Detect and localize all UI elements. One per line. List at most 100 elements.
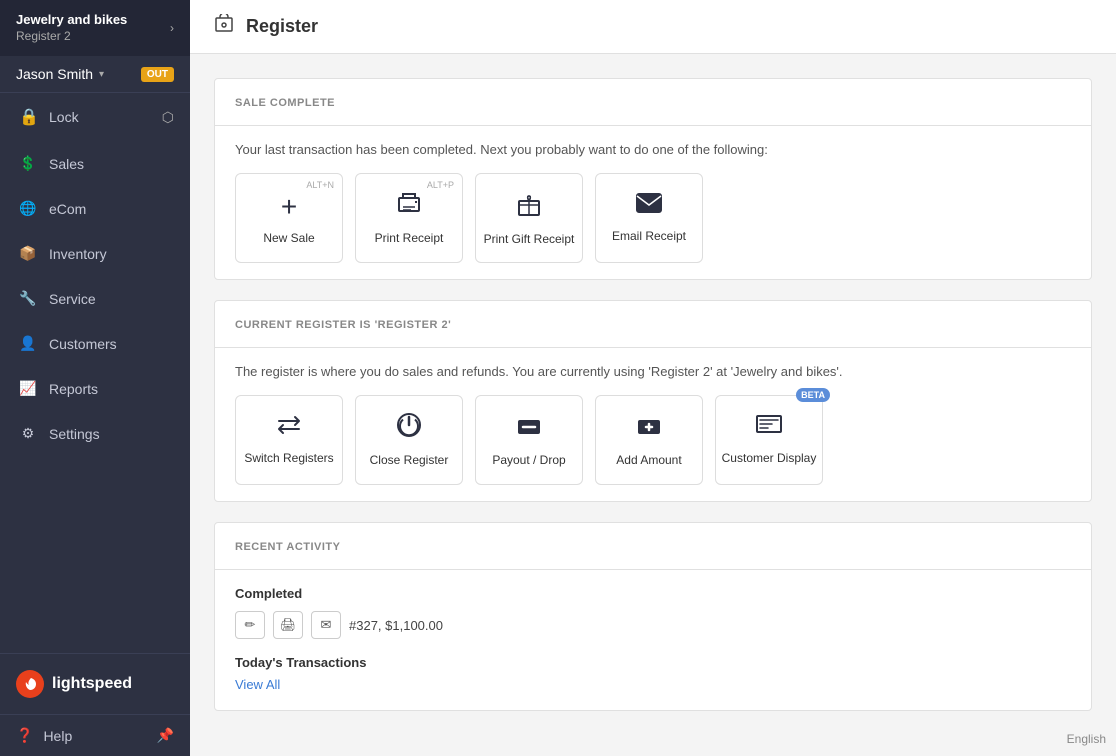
customers-icon: 👤	[19, 335, 37, 352]
sidebar-item-label: Customers	[49, 336, 117, 352]
recent-activity-body: Completed ✏ 🖨 ✉ #327, $1,100.00 Today's …	[215, 570, 1091, 710]
register-section-title: CURRENT REGISTER IS 'REGISTER 2'	[235, 319, 451, 331]
sale-complete-title: SALE COMPLETE	[235, 97, 335, 109]
sale-complete-desc: Your last transaction has been completed…	[235, 142, 1071, 157]
lock-icon: 🔒	[19, 107, 37, 127]
transaction-info: #327, $1,100.00	[349, 618, 443, 633]
pin-icon: 📌	[157, 727, 174, 744]
settings-icon: ⚙	[19, 425, 37, 442]
sidebar: Jewelry and bikes Register 2 › Jason Smi…	[0, 0, 190, 756]
sale-complete-cards: ALT+N + New Sale ALT+P	[235, 173, 1071, 263]
language-label: English	[1067, 732, 1106, 746]
register-section-body: The register is where you do sales and r…	[215, 348, 1091, 501]
sale-complete-body: Your last transaction has been completed…	[215, 126, 1091, 279]
sidebar-item-label: eCom	[49, 201, 86, 217]
brand-header[interactable]: Jewelry and bikes Register 2 ›	[0, 0, 190, 56]
print-receipt-icon	[395, 190, 423, 223]
user-dropdown-icon: ▾	[99, 69, 104, 80]
user-section[interactable]: Jason Smith ▾ OUT	[0, 56, 190, 93]
switch-registers-icon	[275, 414, 303, 443]
user-name: Jason Smith	[16, 66, 93, 82]
email-receipt-label: Email Receipt	[612, 229, 686, 243]
print-receipt-card[interactable]: ALT+P Print Receipt	[355, 173, 463, 263]
service-icon: 🔧	[19, 290, 37, 307]
recent-activity-header: RECENT ACTIVITY	[215, 523, 1091, 570]
new-sale-icon: +	[281, 191, 297, 223]
print-receipt-shortcut: ALT+P	[427, 180, 454, 190]
language-selector[interactable]: English	[1067, 732, 1106, 746]
print-receipt-label: Print Receipt	[375, 231, 444, 245]
main-body: SALE COMPLETE Your last transaction has …	[190, 54, 1116, 756]
brand-info: Jewelry and bikes Register 2	[16, 12, 127, 44]
activity-row: ✏ 🖨 ✉ #327, $1,100.00	[235, 611, 1071, 639]
switch-registers-card[interactable]: Switch Registers	[235, 395, 343, 485]
register-name: Register 2	[16, 29, 127, 45]
beta-badge: BETA	[796, 388, 830, 402]
register-section: CURRENT REGISTER IS 'REGISTER 2' The reg…	[214, 300, 1092, 502]
help-label: Help	[43, 728, 72, 744]
register-cards: Switch Registers Close Register	[235, 395, 1071, 485]
main-content-area: Register SALE COMPLETE Your last transac…	[190, 0, 1116, 756]
sidebar-item-label: Reports	[49, 381, 98, 397]
new-sale-label: New Sale	[263, 231, 314, 245]
close-register-card[interactable]: Close Register	[355, 395, 463, 485]
sidebar-item-lock[interactable]: 🔒 Lock ⬡	[0, 93, 190, 141]
today-transactions-label: Today's Transactions	[235, 655, 1071, 670]
close-register-label: Close Register	[370, 453, 449, 467]
logo-text: lightspeed	[52, 675, 132, 693]
page-header: Register	[190, 0, 1116, 54]
brand-name: Jewelry and bikes	[16, 12, 127, 29]
sales-icon: 💲	[19, 155, 37, 172]
print-gift-receipt-card[interactable]: Print Gift Receipt	[475, 173, 583, 263]
payout-drop-card[interactable]: Payout / Drop	[475, 395, 583, 485]
view-all-link[interactable]: View All	[235, 677, 280, 692]
recent-activity-title: RECENT ACTIVITY	[235, 541, 341, 553]
add-amount-icon	[636, 412, 662, 445]
sidebar-item-sales[interactable]: 💲 Sales	[0, 141, 190, 186]
sale-complete-section: SALE COMPLETE Your last transaction has …	[214, 78, 1092, 280]
sidebar-item-customers[interactable]: 👤 Customers	[0, 321, 190, 366]
register-header-icon	[214, 14, 234, 39]
sidebar-item-reports[interactable]: 📈 Reports	[0, 366, 190, 411]
email-receipt-icon	[635, 192, 663, 221]
sidebar-item-label: Inventory	[49, 246, 107, 262]
print-transaction-button[interactable]: 🖨	[273, 611, 303, 639]
customer-display-icon	[755, 414, 783, 443]
user-info: Jason Smith ▾	[16, 66, 104, 82]
email-transaction-button[interactable]: ✉	[311, 611, 341, 639]
add-amount-card[interactable]: Add Amount	[595, 395, 703, 485]
help-icon: ❓	[16, 727, 33, 744]
new-sale-shortcut: ALT+N	[306, 180, 334, 190]
sidebar-logo: lightspeed	[0, 653, 190, 714]
sidebar-item-label: Sales	[49, 156, 84, 172]
customer-display-card[interactable]: BETA Customer Display	[715, 395, 823, 485]
print-gift-receipt-icon	[515, 189, 543, 224]
sidebar-item-label: Service	[49, 291, 96, 307]
inventory-icon: 📦	[19, 245, 37, 262]
sidebar-item-inventory[interactable]: 📦 Inventory	[0, 231, 190, 276]
print-gift-receipt-label: Print Gift Receipt	[484, 232, 575, 246]
lock-label: Lock	[49, 109, 79, 125]
sidebar-item-service[interactable]: 🔧 Service	[0, 276, 190, 321]
sidebar-item-settings[interactable]: ⚙ Settings	[0, 411, 190, 456]
customer-display-label: Customer Display	[722, 451, 817, 465]
out-badge: OUT	[141, 67, 174, 82]
sidebar-item-label: Settings	[49, 426, 100, 442]
close-register-icon	[396, 412, 422, 445]
new-sale-card[interactable]: ALT+N + New Sale	[235, 173, 343, 263]
edit-transaction-button[interactable]: ✏	[235, 611, 265, 639]
sidebar-item-ecom[interactable]: 🌐 eCom	[0, 186, 190, 231]
register-section-header: CURRENT REGISTER IS 'REGISTER 2'	[215, 301, 1091, 348]
sidebar-nav: 🔒 Lock ⬡ 💲 Sales 🌐 eCom 📦 Inventory 🔧 Se…	[0, 93, 190, 653]
payout-drop-icon	[516, 412, 542, 445]
help-item[interactable]: ❓ Help 📌	[0, 714, 190, 756]
email-receipt-card[interactable]: Email Receipt	[595, 173, 703, 263]
lightspeed-logo: lightspeed	[16, 670, 174, 698]
completed-label: Completed	[235, 586, 1071, 601]
recent-activity-section: RECENT ACTIVITY Completed ✏ 🖨 ✉ #327, $1…	[214, 522, 1092, 711]
ls-flame-icon	[16, 670, 44, 698]
logout-icon[interactable]: ⬡	[162, 109, 174, 126]
reports-icon: 📈	[19, 380, 37, 397]
payout-drop-label: Payout / Drop	[492, 453, 565, 467]
page-title: Register	[246, 16, 318, 37]
